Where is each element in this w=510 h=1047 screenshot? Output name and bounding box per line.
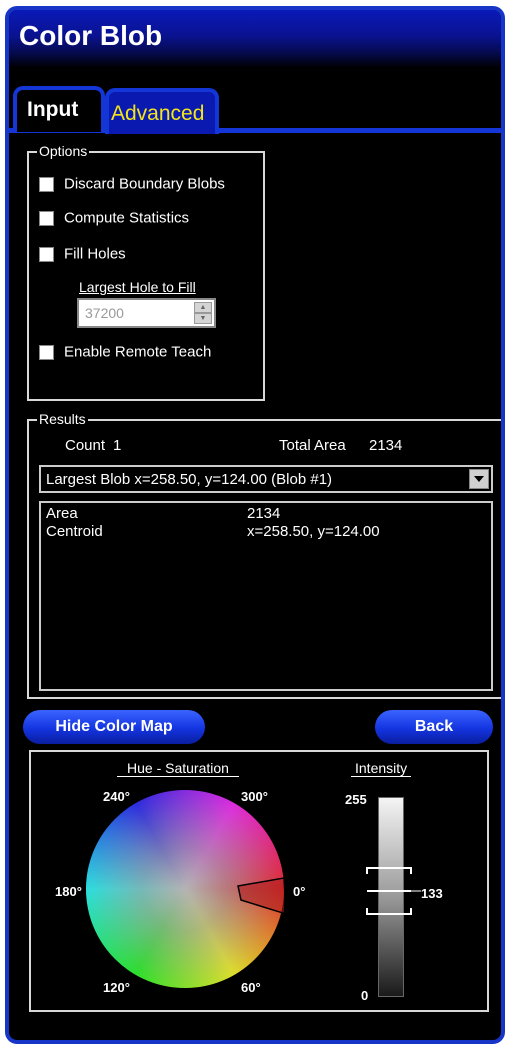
degree-180-label: 180°	[55, 884, 82, 899]
stepper-down-icon[interactable]: ▼	[194, 313, 212, 324]
tab-advanced-label: Advanced	[111, 102, 205, 125]
intensity-range-handles[interactable]	[363, 798, 423, 998]
result-value-area: 2134	[247, 505, 281, 522]
compute-statistics-checkbox[interactable]: Compute Statistics	[39, 209, 189, 227]
results-group: Results Count 1 Total Area 2134 Largest …	[27, 411, 501, 699]
degree-0-label: 0°	[293, 884, 306, 899]
discard-boundary-label: Discard Boundary Blobs	[64, 175, 225, 193]
compute-statistics-box[interactable]	[39, 210, 54, 226]
intensity-label: Intensity	[351, 760, 412, 777]
fill-holes-box[interactable]	[39, 246, 54, 262]
tab-input-label: Input	[27, 98, 79, 121]
tab-advanced[interactable]: Advanced	[105, 88, 219, 134]
title-bar: Color Blob	[9, 10, 501, 68]
options-group: Options Discard Boundary Blobs Compute S…	[27, 143, 265, 401]
hide-color-map-button[interactable]: Hide Color Map	[23, 710, 205, 744]
enable-remote-teach-checkbox[interactable]: Enable Remote Teach	[39, 343, 211, 361]
discard-boundary-box[interactable]	[39, 176, 54, 192]
result-value-centroid: x=258.50, y=124.00	[247, 523, 380, 540]
count-label: Count	[65, 437, 106, 454]
blob-select-value: Largest Blob x=258.50, y=124.00 (Blob #1…	[46, 471, 333, 488]
chevron-down-icon[interactable]	[469, 469, 489, 489]
result-name-area: Area	[46, 505, 78, 522]
back-button[interactable]: Back	[375, 710, 493, 744]
stepper-arrows: ▲ ▼	[194, 302, 212, 324]
window-title: Color Blob	[19, 20, 163, 51]
total-area-label: Total Area	[279, 437, 346, 454]
fill-holes-checkbox[interactable]: Fill Holes	[39, 245, 126, 263]
enable-remote-teach-label: Enable Remote Teach	[64, 343, 212, 361]
hue-selection-region[interactable]	[86, 790, 284, 988]
count-value: 1	[113, 437, 122, 454]
largest-hole-value[interactable]: 37200	[85, 305, 124, 321]
total-area-value: 2134	[369, 437, 403, 454]
tab-input[interactable]: Input	[13, 86, 105, 132]
app-window: Color Blob Input Advanced Options Discar…	[5, 6, 505, 1044]
enable-remote-teach-box[interactable]	[39, 344, 54, 360]
intensity-value-label: 133	[421, 886, 443, 901]
largest-hole-stepper[interactable]: 37200 ▲ ▼	[77, 298, 216, 328]
discard-boundary-checkbox[interactable]: Discard Boundary Blobs	[39, 175, 225, 193]
hue-saturation-wheel[interactable]	[86, 790, 284, 988]
blob-select[interactable]: Largest Blob x=258.50, y=124.00 (Blob #1…	[39, 465, 493, 493]
compute-statistics-label: Compute Statistics	[64, 209, 190, 227]
color-map-panel: Hue - Saturation Intensity 240° 300° 180…	[29, 750, 489, 1012]
results-list[interactable]: Area 2134 Centroid x=258.50, y=124.00	[39, 501, 493, 691]
results-group-title: Results	[37, 411, 88, 427]
options-group-title: Options	[37, 143, 90, 159]
hue-saturation-label: Hue - Saturation	[117, 760, 239, 777]
result-name-centroid: Centroid	[46, 523, 103, 540]
stepper-up-icon[interactable]: ▲	[194, 302, 212, 313]
largest-hole-label: Largest Hole to Fill	[79, 279, 196, 295]
intensity-slider[interactable]	[366, 797, 421, 997]
fill-holes-label: Fill Holes	[64, 245, 126, 263]
